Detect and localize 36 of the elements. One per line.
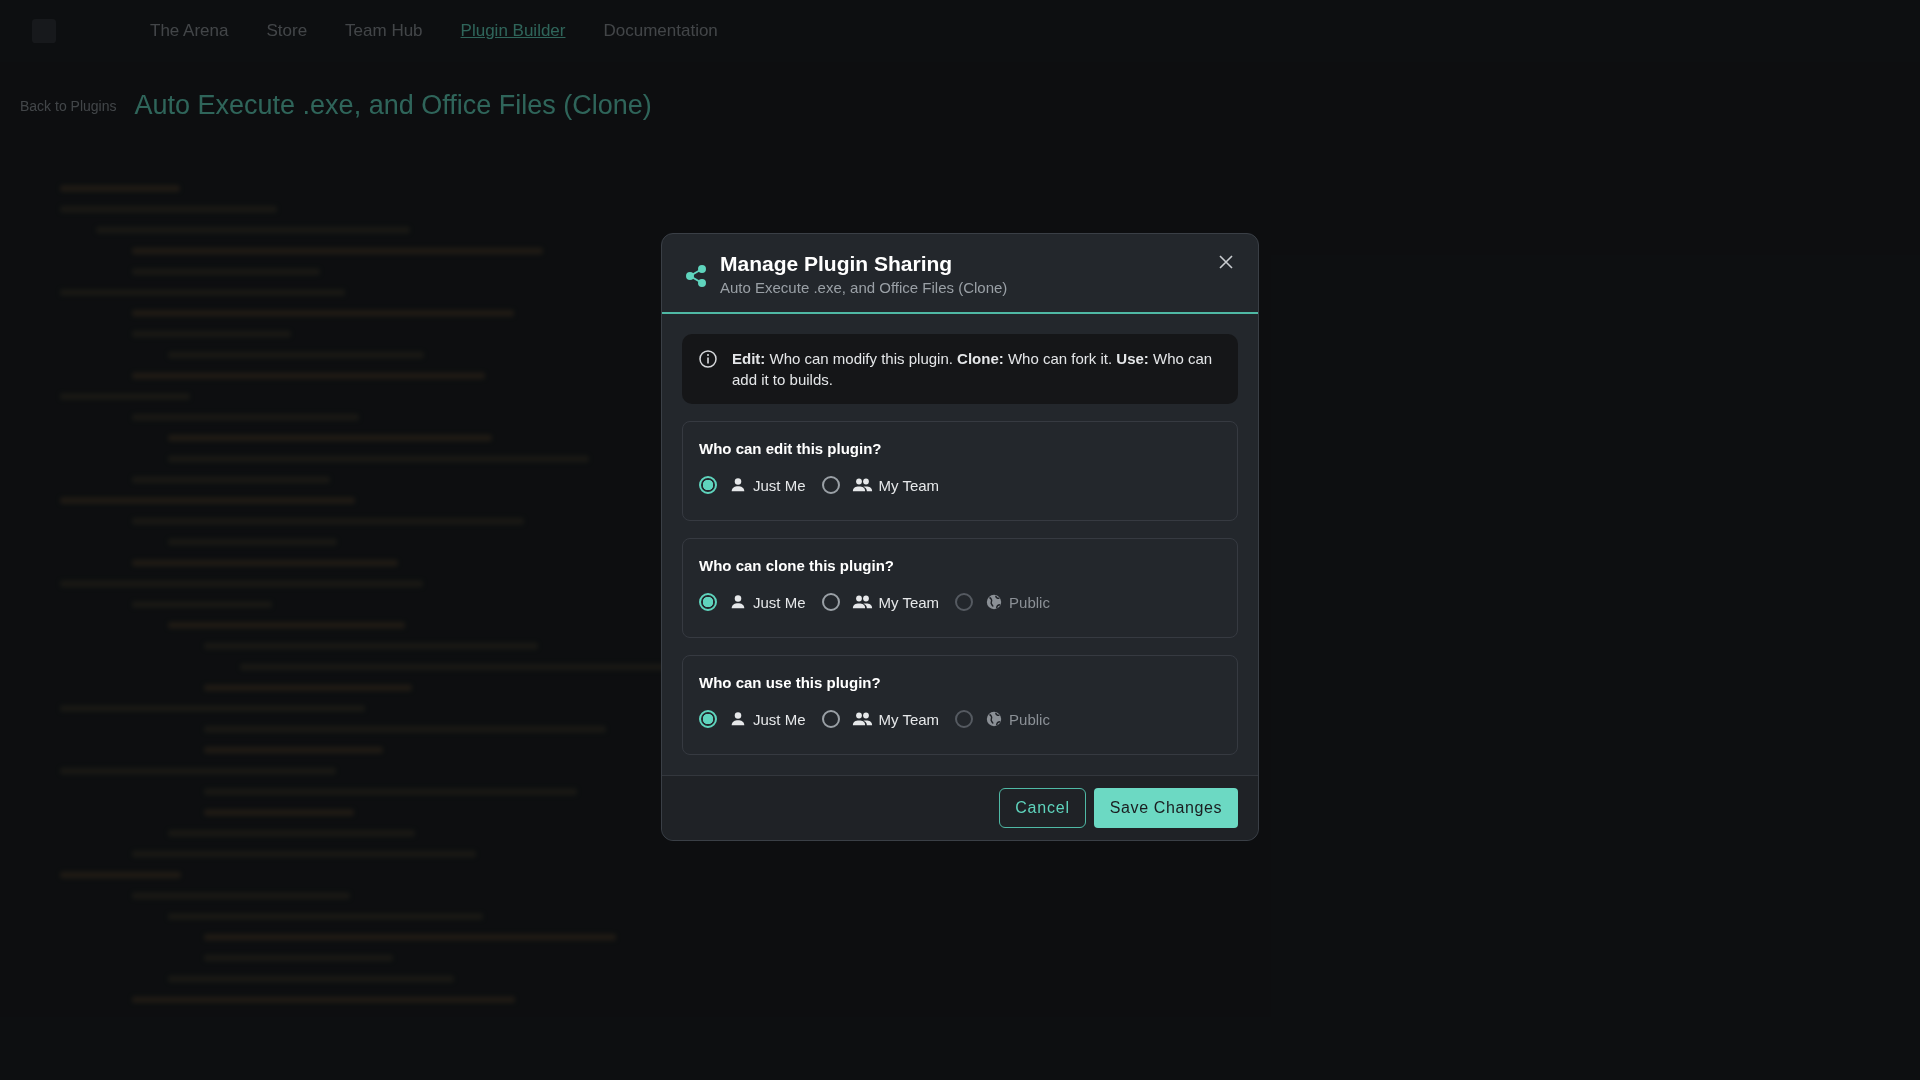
- person-icon: [729, 710, 747, 728]
- question-label: Who can edit this plugin?: [699, 440, 883, 457]
- cancel-button[interactable]: Cancel: [999, 788, 1086, 828]
- radio-button[interactable]: [699, 593, 717, 611]
- radio-button[interactable]: [699, 476, 717, 494]
- option-label: My Team: [878, 593, 940, 611]
- option-label: Public: [1009, 710, 1050, 728]
- dialog-subtitle: Auto Execute .exe, and Office Files (Clone): [720, 279, 1009, 296]
- page-title: Auto Execute .exe, and Office Files (Clone): [134, 90, 652, 121]
- option-label: My Team: [878, 710, 940, 728]
- globe-icon: [985, 593, 1004, 611]
- info-icon: [698, 349, 718, 369]
- option-label: Public: [1009, 593, 1050, 611]
- dialog-title: Manage Plugin Sharing: [720, 252, 954, 276]
- radio-button[interactable]: [821, 476, 840, 494]
- people-icon: [851, 593, 873, 611]
- option-label: Just Me: [753, 710, 806, 728]
- option-label: Just Me: [753, 476, 806, 494]
- people-icon: [851, 476, 873, 494]
- person-icon: [729, 476, 747, 494]
- question-label: Who can clone this plugin?: [699, 557, 895, 574]
- globe-icon: [985, 710, 1004, 728]
- back-link[interactable]: Back to Plugins: [20, 97, 117, 114]
- radio-button[interactable]: [821, 710, 840, 728]
- radio-button[interactable]: [821, 593, 840, 611]
- option-label: My Team: [878, 476, 940, 494]
- question-label: Who can use this plugin?: [699, 674, 882, 691]
- option-label: Just Me: [753, 593, 806, 611]
- people-icon: [851, 710, 873, 728]
- share-icon: [684, 264, 708, 288]
- nav-link[interactable]: Plugin Builder: [460, 21, 566, 41]
- close-icon: [1218, 254, 1234, 270]
- person-icon: [729, 593, 747, 611]
- info-text: Edit: Who can modify this plugin. Clone: Who can fork it. Use: Who can add it to builds.: [732, 349, 1214, 390]
- save-button[interactable]: Save Changes: [1093, 788, 1238, 828]
- radio-button[interactable]: [699, 710, 717, 728]
